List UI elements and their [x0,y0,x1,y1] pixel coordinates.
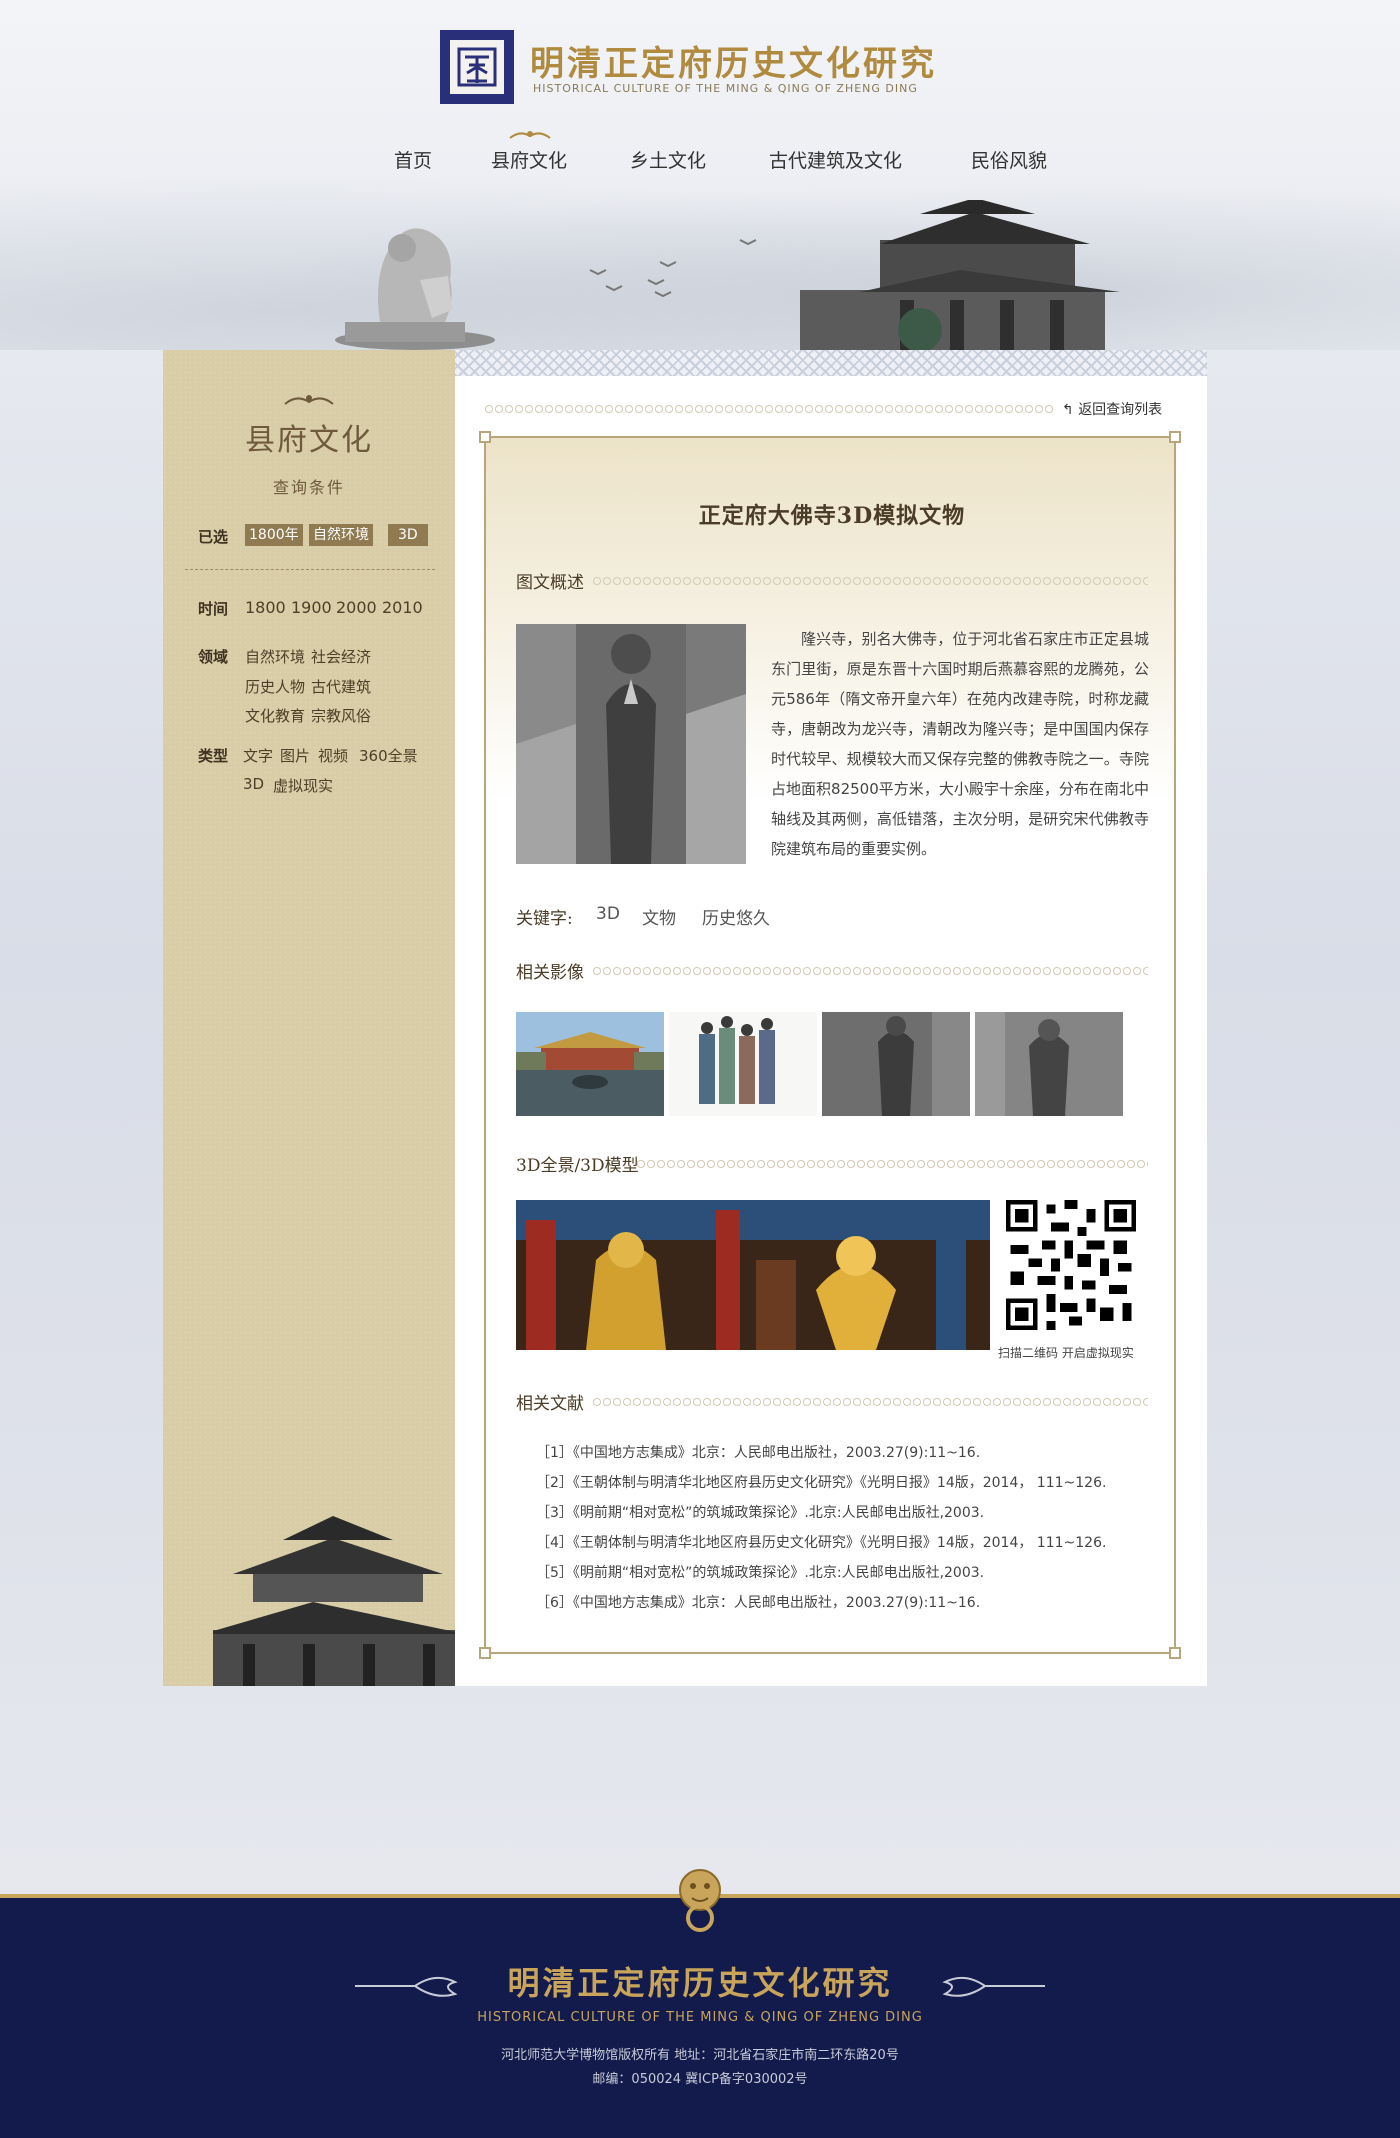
nav-item-county-culture[interactable]: 县府文化 [491,146,567,173]
return-arrow-icon: ↰ [1062,402,1074,418]
selected-tag-environment[interactable]: 自然环境 [309,524,373,546]
selected-tag-3d[interactable]: 3D [388,524,428,546]
panel-corner-ornament [1169,431,1181,443]
reference-item[interactable]: ［4］《王朝体制与明清华北地区府县历史文化研究》《光明日报》14版，2014， … [536,1532,1106,1552]
keywords-label: 关键字: [516,909,573,929]
thumbnail-statue-image[interactable] [822,1012,970,1116]
type-option-video[interactable]: 视频 [318,745,348,766]
type-option-3d[interactable]: 3D [243,775,264,793]
section-divider [592,966,1148,976]
footer-copyright: 河北师范大学博物馆版权所有 地址：河北省石家庄市南二环东路20号 [501,2048,899,2063]
selected-filters-label: 已选 [198,528,229,546]
type-filter-label: 类型 [198,747,229,765]
type-option-image[interactable]: 图片 [280,745,310,766]
qr-code-icon[interactable] [1006,1200,1136,1330]
top-ornament-line [484,404,1054,414]
time-option-2010[interactable]: 2010 [382,598,423,617]
time-filter-label: 时间 [198,600,229,618]
sidebar-ornament-icon [284,395,334,405]
door-knocker-icon [679,1869,721,1932]
type-option-360[interactable]: 360全景 [359,745,418,766]
main-nav: 首页 县府文化 乡土文化 古代建筑及文化 民俗风貌 [0,146,1400,176]
section-images-title: 相关影像 [516,963,584,983]
intro-description: 隆兴寺，别名大佛寺，位于河北省石家庄市正定县城东门里街，原是东晋十六国时期后燕慕… [771,630,1149,858]
thumbnail-statue-image[interactable] [975,1012,1123,1116]
keyword-tag[interactable]: 历史悠久 [702,904,770,929]
reference-item[interactable]: ［5］《明前期“相对宽松”的筑城政策探论》.北京:人民邮电出版社,2003. [536,1562,984,1582]
panel-corner-ornament [479,1647,491,1659]
field-filter-label: 领域 [198,648,229,666]
reference-item[interactable]: ［6］《中国地方志集成》北京：人民邮电出版社，2003.27(9):11~16. [536,1592,980,1612]
footer-subtitle: HISTORICAL CULTURE OF THE MING & QING OF… [477,2010,923,2025]
field-option-architecture[interactable]: 古代建筑 [311,676,371,697]
field-option-education[interactable]: 文化教育 [245,705,305,726]
site-subtitle: HISTORICAL CULTURE OF THE MING & QING OF… [533,82,918,95]
section-references-title: 相关文献 [516,1394,584,1414]
nav-item-ancient-architecture[interactable]: 古代建筑及文化 [769,146,902,173]
time-option-1900[interactable]: 1900 [291,598,332,617]
qr-caption: 扫描二维码 开启虚拟现实 [998,1346,1134,1360]
detail-panel: 正定府大佛寺3D模拟文物 图文概述 隆兴寺，别名大佛寺，位于河北省石家庄市正定县… [479,431,1181,1659]
footer-title: 明清正定府历史文化研究 [507,1964,893,2002]
logo-emblem-icon [448,38,506,96]
content-top-pattern [455,350,1207,376]
flying-birds-icon [589,239,757,298]
thumbnail-palace-image[interactable] [516,1012,664,1116]
keyword-tag[interactable]: 3D [596,904,620,924]
time-option-1800[interactable]: 1800 [245,598,286,617]
thumbnail-figures-image[interactable] [669,1012,817,1116]
field-option-religion[interactable]: 宗教风俗 [311,705,371,726]
reference-item[interactable]: ［2］《王朝体制与明清华北地区府县历史文化研究》《光明日报》14版，2014， … [536,1472,1106,1492]
field-option-economy[interactable]: 社会经济 [311,646,371,667]
sidebar-divider [185,569,435,570]
nav-item-local-culture[interactable]: 乡土文化 [630,146,706,173]
temple-pavilion-icon [800,200,1120,350]
time-option-2000[interactable]: 2000 [336,598,377,617]
header-scene-illustration [335,200,1120,350]
type-option-text[interactable]: 文字 [243,745,273,766]
nav-item-home[interactable]: 首页 [394,146,432,173]
footer-postal-icp: 邮编：050024 冀ICP备字030002号 [592,2072,808,2087]
back-to-list-link[interactable]: ↰ 返回查询列表 [1062,399,1162,419]
section-intro-title: 图文概述 [516,573,584,593]
sidebar-temple-icon [213,1516,455,1686]
reference-item[interactable]: ［1］《中国地方志集成》北京：人民邮电出版社，2003.27(9):11~16. [536,1442,980,1462]
panel-corner-ornament [1169,1647,1181,1659]
section-divider [636,1159,1148,1169]
keyword-tag[interactable]: 文物 [642,904,676,929]
buddha-statue-image [516,624,746,864]
nav-active-ornament-icon [509,131,551,139]
panorama-viewer-image[interactable] [516,1200,990,1350]
section-3d-title: 3D全景/3D模型 [516,1156,639,1176]
type-option-vr[interactable]: 虚拟现实 [273,775,333,796]
site-title: 明清正定府历史文化研究 [530,44,937,84]
field-option-environment[interactable]: 自然环境 [245,646,305,667]
sidebar-query-label: 查询条件 [272,478,345,497]
panel-corner-ornament [479,431,491,443]
nav-item-folk-customs[interactable]: 民俗风貌 [971,146,1047,173]
section-divider [592,1397,1148,1407]
stone-lion-icon [335,228,495,350]
sidebar-title: 县府文化 [245,423,373,458]
site-logo[interactable] [440,30,514,104]
section-divider [592,576,1148,586]
field-option-figures[interactable]: 历史人物 [245,676,305,697]
reference-item[interactable]: ［3］《明前期“相对宽松”的筑城政策探论》.北京:人民邮电出版社,2003. [536,1502,984,1522]
detail-title: 正定府大佛寺3D模拟文物 [698,503,966,529]
sidebar: 县府文化 查询条件 已选 1800年 自然环境 3D 时间 1800 1900 … [163,350,455,1686]
selected-tag-year[interactable]: 1800年 [245,524,303,546]
